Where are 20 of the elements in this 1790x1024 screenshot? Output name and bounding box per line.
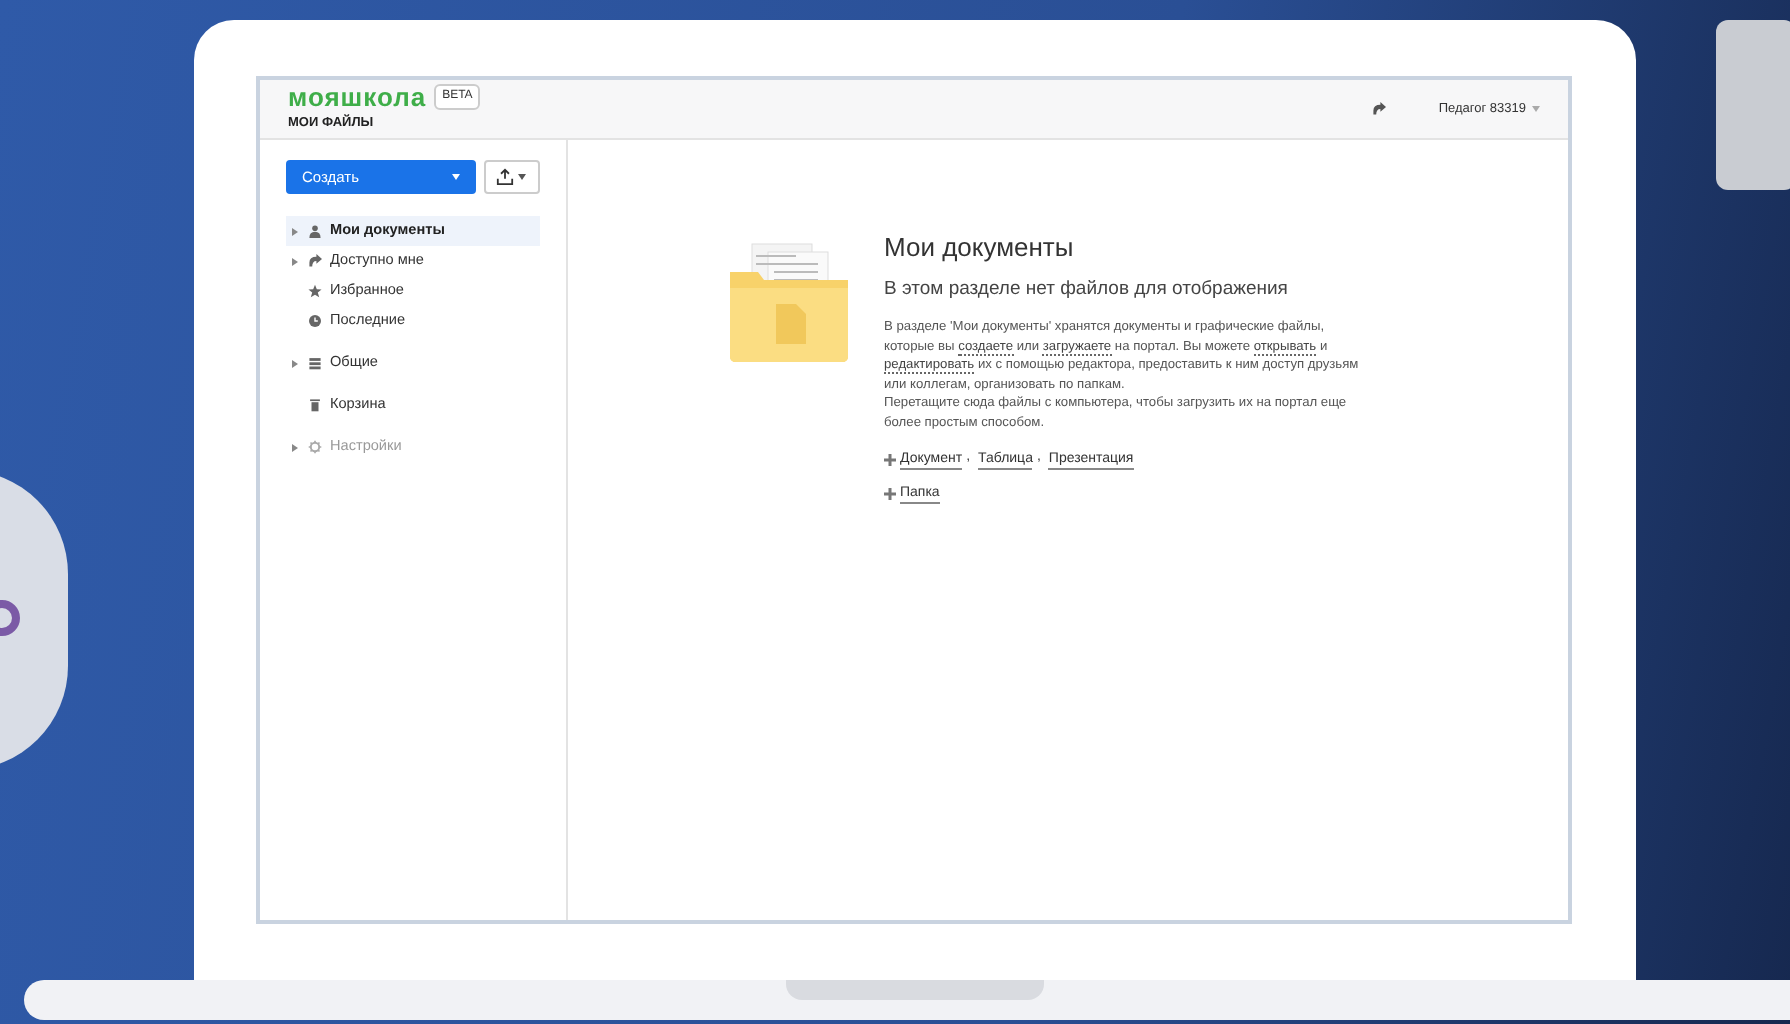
plus-icon [884,487,896,500]
share-icon [308,254,322,268]
caret-icon [451,174,459,180]
gear-icon [308,440,322,454]
trash-icon [308,398,322,412]
clock-icon [308,314,322,328]
expand-arrow-icon[interactable] [292,257,298,265]
star-icon [308,284,322,298]
expand-arrow-icon[interactable] [292,359,298,367]
caret-icon [1532,106,1540,112]
caret-icon [518,174,527,180]
upload-button[interactable] [483,160,540,194]
person-icon [308,224,322,238]
empty-message: В этом разделе нет файлов для отображения [884,276,1290,304]
plus-icon [884,453,896,465]
upload-icon [496,168,515,186]
share-icon[interactable] [1372,102,1387,116]
expand-arrow-icon[interactable] [292,227,298,235]
section-title: Мои документы [884,232,1076,264]
stack-icon [308,356,322,370]
